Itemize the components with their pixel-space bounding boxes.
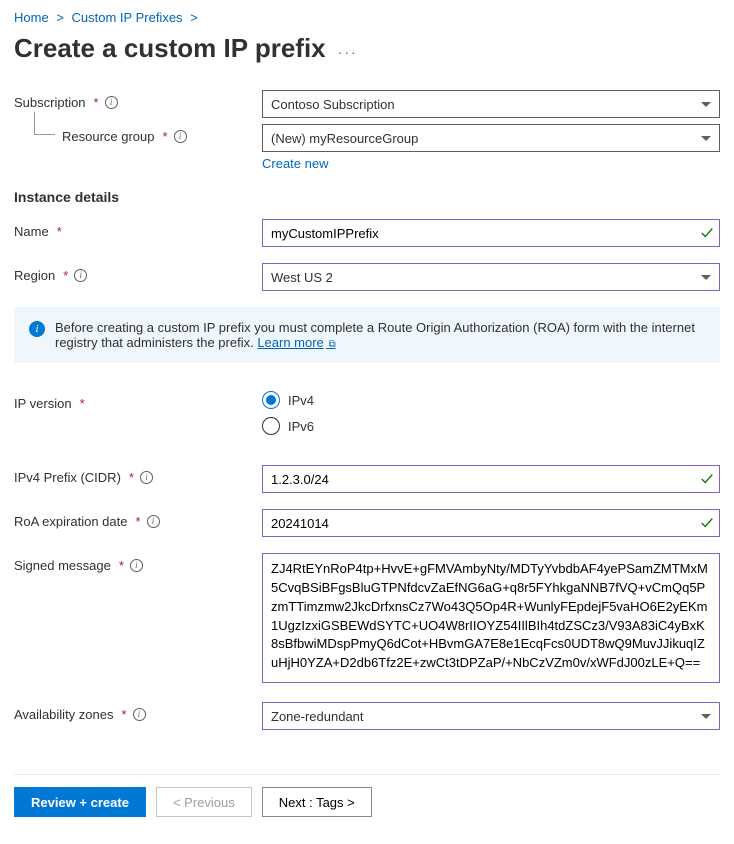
ipv4-prefix-label: IPv4 Prefix (CIDR): [14, 470, 121, 485]
required-indicator: *: [119, 558, 124, 573]
required-indicator: *: [135, 514, 140, 529]
more-actions-button[interactable]: ···: [338, 44, 358, 64]
info-icon: i: [29, 321, 45, 337]
info-icon[interactable]: i: [105, 96, 118, 109]
external-link-icon: ⧉: [326, 339, 336, 350]
breadcrumb-home[interactable]: Home: [14, 10, 49, 25]
page-title: Create a custom IP prefix: [14, 33, 326, 64]
ipv6-radio[interactable]: IPv6: [262, 417, 720, 435]
breadcrumb-custom-ip-prefixes[interactable]: Custom IP Prefixes: [72, 10, 183, 25]
resource-group-label: Resource group: [62, 129, 155, 144]
region-dropdown[interactable]: West US 2: [262, 263, 720, 291]
resource-group-dropdown[interactable]: (New) myResourceGroup: [262, 124, 720, 152]
region-label: Region: [14, 268, 55, 283]
info-banner: i Before creating a custom IP prefix you…: [14, 307, 720, 363]
signed-message-input[interactable]: [262, 553, 720, 683]
learn-more-link[interactable]: Learn more ⧉: [257, 335, 335, 350]
chevron-down-icon: [701, 102, 711, 107]
ip-version-label: IP version: [14, 396, 72, 411]
subscription-label: Subscription: [14, 95, 86, 110]
subscription-dropdown[interactable]: Contoso Subscription: [262, 90, 720, 118]
radio-icon: [262, 391, 280, 409]
roa-date-input[interactable]: [262, 509, 720, 537]
footer-actions: Review + create < Previous Next : Tags >: [14, 774, 720, 817]
availability-zones-label: Availability zones: [14, 707, 113, 722]
signed-message-label: Signed message: [14, 558, 111, 573]
previous-button[interactable]: < Previous: [156, 787, 252, 817]
required-indicator: *: [63, 268, 68, 283]
info-icon[interactable]: i: [140, 471, 153, 484]
required-indicator: *: [121, 707, 126, 722]
radio-icon: [262, 417, 280, 435]
required-indicator: *: [80, 396, 85, 411]
roa-date-label: RoA expiration date: [14, 514, 127, 529]
availability-zones-value: Zone-redundant: [271, 709, 364, 724]
required-indicator: *: [129, 470, 134, 485]
next-tags-button[interactable]: Next : Tags >: [262, 787, 372, 817]
name-label: Name: [14, 224, 49, 239]
info-text: Before creating a custom IP prefix you m…: [55, 320, 695, 350]
chevron-down-icon: [701, 136, 711, 141]
chevron-right-icon: >: [190, 10, 198, 25]
create-new-link[interactable]: Create new: [262, 156, 328, 171]
chevron-down-icon: [701, 275, 711, 280]
required-indicator: *: [163, 129, 168, 144]
region-value: West US 2: [271, 270, 333, 285]
info-icon[interactable]: i: [130, 559, 143, 572]
info-icon[interactable]: i: [174, 130, 187, 143]
info-icon[interactable]: i: [133, 708, 146, 721]
required-indicator: *: [94, 95, 99, 110]
chevron-down-icon: [701, 714, 711, 719]
ipv4-label: IPv4: [288, 393, 314, 408]
info-icon[interactable]: i: [74, 269, 87, 282]
ipv4-prefix-input[interactable]: [262, 465, 720, 493]
subscription-value: Contoso Subscription: [271, 97, 395, 112]
breadcrumb: Home > Custom IP Prefixes >: [14, 10, 720, 25]
ipv6-label: IPv6: [288, 419, 314, 434]
info-icon[interactable]: i: [147, 515, 160, 528]
availability-zones-dropdown[interactable]: Zone-redundant: [262, 702, 720, 730]
ipv4-radio[interactable]: IPv4: [262, 391, 720, 409]
chevron-right-icon: >: [56, 10, 64, 25]
required-indicator: *: [57, 224, 62, 239]
instance-details-heading: Instance details: [14, 189, 720, 205]
name-input[interactable]: [262, 219, 720, 247]
resource-group-value: (New) myResourceGroup: [271, 131, 418, 146]
review-create-button[interactable]: Review + create: [14, 787, 146, 817]
